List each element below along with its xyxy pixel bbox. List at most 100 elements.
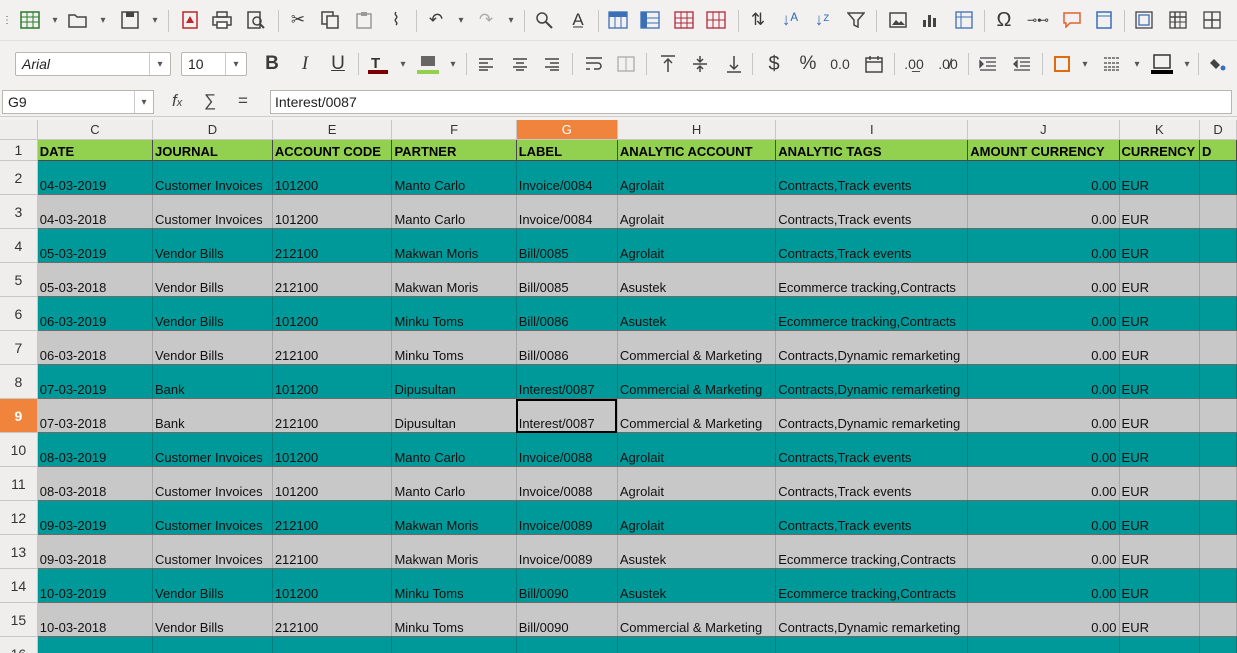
dropdown-icon[interactable]: ▾ [1130,50,1144,78]
name-box[interactable]: G9 ▾ [2,90,154,114]
comment-icon[interactable] [1058,6,1086,34]
clone-formatting-icon[interactable]: ⌇ [382,6,410,34]
row-header[interactable]: 15 [0,602,38,637]
column-title-cell[interactable]: PARTNER [391,139,517,161]
cell[interactable]: Contracts,Dynamic remarketing [775,602,969,637]
column-title-cell[interactable]: JOURNAL [152,139,273,161]
font-name-box[interactable]: Arial ▾ [15,52,171,76]
column-title-cell[interactable]: LABEL [516,139,618,161]
cell[interactable]: 101200 [272,636,393,653]
cell[interactable]: EUR [1119,636,1201,653]
cell[interactable]: EUR [1119,160,1201,195]
cell[interactable]: Commercial & Marketing [617,364,777,399]
cell[interactable]: Asustek [617,262,777,297]
cell[interactable]: 212100 [272,500,393,535]
column-header-J[interactable]: J [967,120,1120,140]
cell[interactable]: 212100 [272,262,393,297]
cell[interactable]: Invoice/0088 [516,466,618,501]
underline-icon[interactable]: U [324,50,352,78]
cell[interactable]: Bill/0086 [516,330,618,365]
cell[interactable]: 07-03-2019 [37,364,153,399]
cell[interactable] [1199,466,1237,501]
cell[interactable]: Bill/0085 [516,262,618,297]
cell[interactable]: 10-03-2018 [37,602,153,637]
decrease-indent-icon[interactable] [1008,50,1036,78]
cell[interactable]: 09-03-2018 [37,534,153,569]
cell[interactable]: Interest/0087 [516,364,618,399]
cell[interactable] [1199,500,1237,535]
column-title-cell[interactable]: ANALYTIC ACCOUNT [617,139,777,161]
column-header-H[interactable]: H [617,120,777,140]
align-right-icon[interactable] [538,50,566,78]
cell[interactable]: 11-03-2019 [37,636,153,653]
delete-decimal-icon[interactable]: .0̸0 [934,50,962,78]
row-header[interactable]: 8 [0,364,38,399]
row-header[interactable]: 6 [0,296,38,331]
cell[interactable]: Invoice/0084 [516,194,618,229]
cell[interactable]: Contracts,Dynamic remarketing [775,636,969,653]
cell[interactable]: Vendor Bills [152,602,273,637]
dropdown-icon[interactable]: ▾ [149,53,170,75]
export-pdf-icon[interactable] [176,6,204,34]
cell[interactable]: Customer Invoices [152,160,273,195]
cell[interactable]: EUR [1119,262,1201,297]
cell[interactable]: 101200 [272,160,393,195]
cell[interactable]: Bill/0085 [516,228,618,263]
split-window-icon[interactable] [1198,6,1226,34]
cell[interactable]: 06-03-2018 [37,330,153,365]
column-header-K[interactable]: K [1119,120,1201,140]
cell[interactable]: EUR [1119,500,1201,535]
cell[interactable]: EUR [1119,296,1201,331]
cell[interactable]: Bill/0090 [516,568,618,603]
cell[interactable]: Ecommerce tracking,Contracts [775,262,969,297]
redo-icon[interactable]: ↷ [472,6,500,34]
cell[interactable]: 212100 [272,534,393,569]
dropdown-icon[interactable]: ▾ [504,6,518,34]
cell[interactable]: EUR [1119,228,1201,263]
highlight-color-icon[interactable] [414,50,442,78]
cell[interactable]: 212100 [272,330,393,365]
cell[interactable]: Makwan Moris [391,534,517,569]
cell[interactable]: Commercial & Marketing [617,398,777,433]
cell[interactable]: 101200 [272,194,393,229]
cell[interactable]: Makwan Moris [391,262,517,297]
cell[interactable]: Contracts,Dynamic remarketing [775,398,969,433]
cell[interactable]: Contracts,Track events [775,432,969,467]
cell[interactable]: 09-03-2019 [37,500,153,535]
cell[interactable]: 0.00 [967,194,1120,229]
cell[interactable]: 101200 [272,432,393,467]
cell[interactable]: Invoice/0088 [516,432,618,467]
autofilter-icon[interactable] [842,6,870,34]
cell[interactable] [1199,636,1237,653]
cell[interactable]: Vendor Bills [152,296,273,331]
hyperlink-icon[interactable]: ⊸⊷ [1024,6,1052,34]
freeze-icon[interactable] [1164,6,1192,34]
image-icon[interactable] [884,6,912,34]
cell[interactable] [1199,364,1237,399]
column-title-cell[interactable]: D [1199,139,1237,161]
cell[interactable] [1199,398,1237,433]
borders-icon[interactable] [1048,50,1076,78]
cell[interactable]: Asustek [617,568,777,603]
cell[interactable]: Contracts,Dynamic remarketing [775,364,969,399]
cell[interactable]: Customer Invoices [152,466,273,501]
dropdown-icon[interactable]: ▾ [446,50,460,78]
cell[interactable]: Bill/0086 [516,296,618,331]
row-header[interactable]: 3 [0,194,38,229]
cell[interactable]: Minku Toms [391,330,517,365]
row-icon[interactable] [604,6,632,34]
cell[interactable]: Vendor Bills [152,568,273,603]
cell[interactable]: Customer Invoices [152,500,273,535]
column-title-cell[interactable]: ACCOUNT CODE [272,139,393,161]
cell[interactable]: Minku Toms [391,568,517,603]
cell[interactable] [1199,432,1237,467]
row-header[interactable]: 11 [0,466,38,501]
column-header-I[interactable]: I [775,120,969,140]
cell[interactable]: Agrolait [617,432,777,467]
cell[interactable]: 101200 [272,364,393,399]
cell[interactable]: Asustek [617,296,777,331]
cell[interactable]: Dipusultan [391,398,517,433]
cell[interactable]: 05-03-2019 [37,228,153,263]
cell[interactable]: 10-03-2019 [37,568,153,603]
column-title-cell[interactable]: AMOUNT CURRENCY [967,139,1120,161]
